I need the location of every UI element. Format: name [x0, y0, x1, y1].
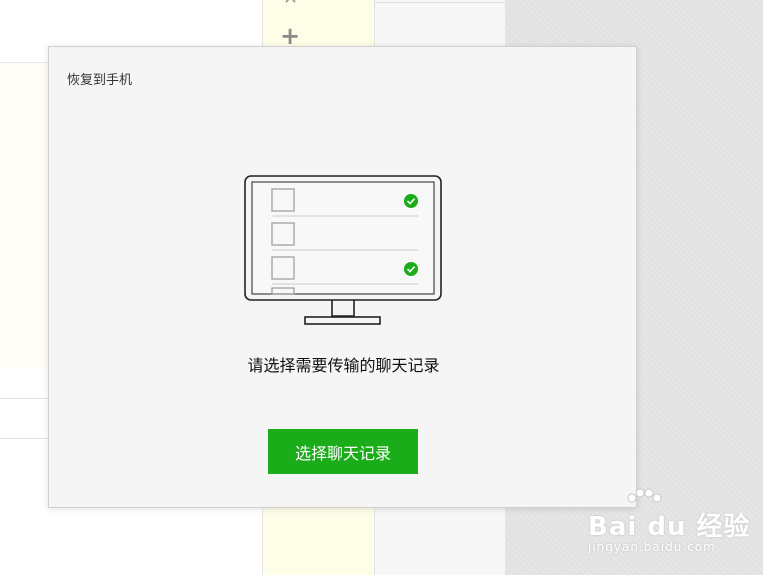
watermark-brand: Bai du 经验	[588, 512, 751, 542]
instruction-text: 请选择需要传输的聊天记录	[247, 356, 440, 375]
close-icon[interactable]: ✕	[283, 0, 298, 9]
select-chat-history-button[interactable]: 选择聊天记录	[268, 429, 418, 474]
divider	[374, 2, 505, 3]
plus-icon[interactable]: +	[279, 24, 301, 48]
dialog-title: 恢复到手机	[67, 73, 133, 88]
baidu-jingyan-watermark: Bai du 经验 jingyan.baidu.com	[588, 488, 758, 568]
restore-to-phone-dialog: 恢复到手机 请选择需要传输的聊天记录 选择聊天记录	[48, 46, 637, 508]
watermark-url: jingyan.baidu.com	[588, 540, 716, 554]
monitor-illustration-icon	[244, 175, 444, 331]
